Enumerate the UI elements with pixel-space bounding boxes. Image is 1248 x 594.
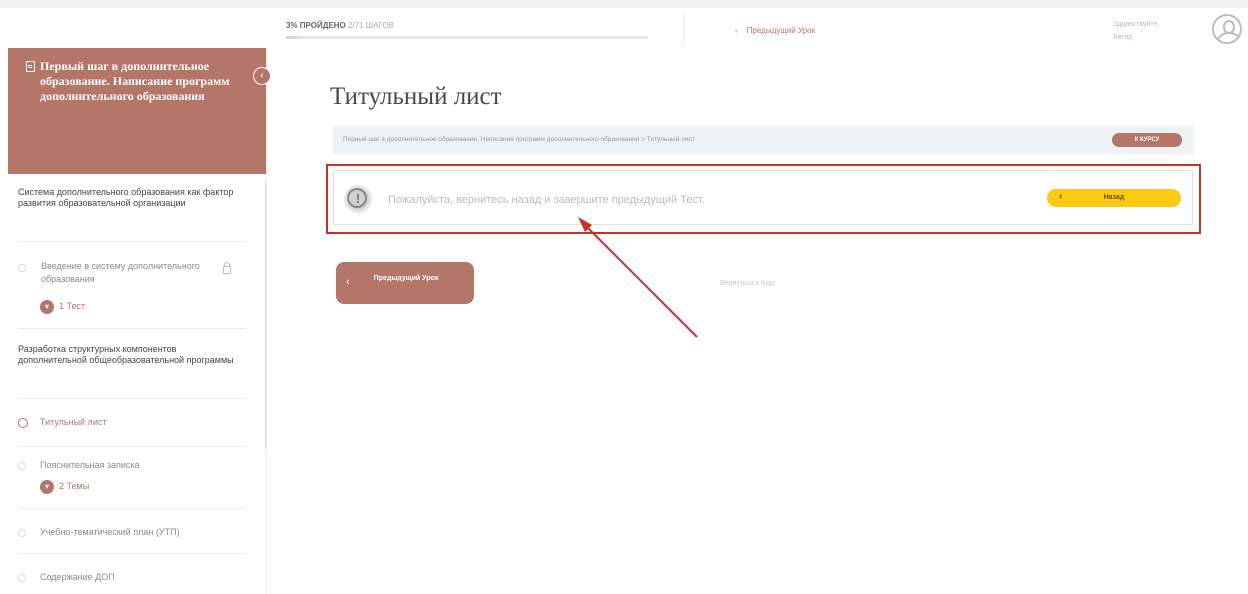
annotation-arrow-line: [583, 223, 698, 338]
annotation-arrow: [578, 217, 698, 338]
